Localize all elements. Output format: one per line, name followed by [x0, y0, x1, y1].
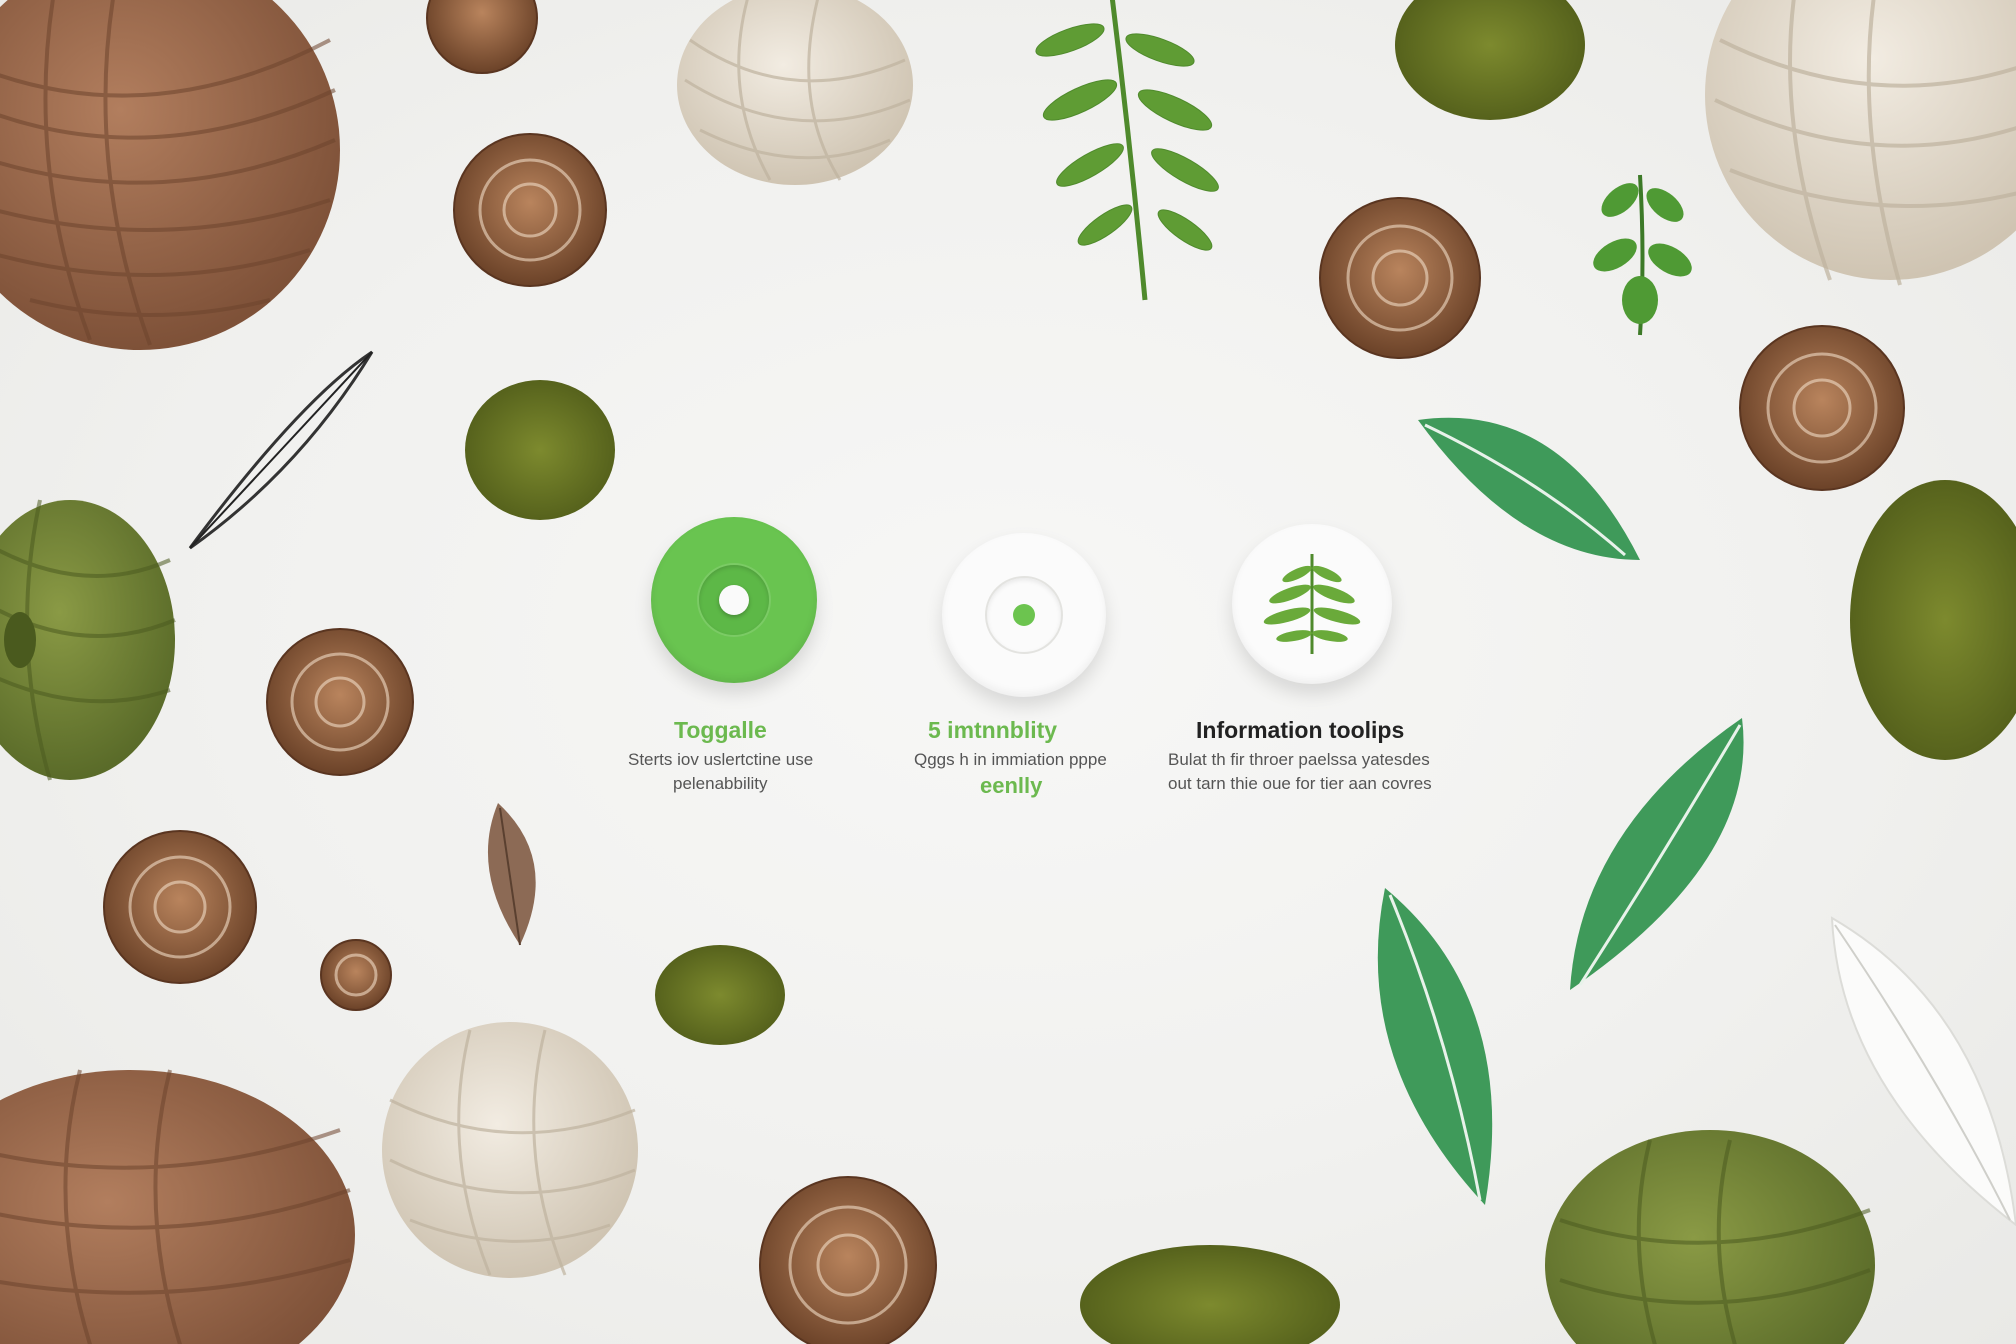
palm-leaf-icon	[1570, 718, 1744, 990]
toggle-button[interactable]	[651, 517, 817, 683]
toggle-desc-line1: Sterts iov uslertctine use	[628, 750, 814, 769]
toggle-title: Toggalle	[674, 717, 767, 743]
info-desc-line1: Bulat th fir throer paelssa yatesdes	[1168, 750, 1430, 769]
brown-yarn-ball-icon	[0, 1069, 355, 1344]
visibility-desc-line2: eenlly	[980, 773, 1043, 798]
cream-yarn-ball-icon	[677, 0, 913, 185]
toggle-desc-line2: pelenabbility	[673, 774, 768, 793]
toggle-switch-icon	[719, 585, 749, 615]
leaf-sprig-icon	[1593, 174, 1692, 336]
brown-yarn-ball-icon	[0, 0, 340, 350]
info-tooltip-button[interactable]	[1232, 524, 1392, 684]
visibility-desc-line1: Qggs h in immiation pppe	[914, 750, 1107, 769]
visibility-button[interactable]	[942, 533, 1106, 697]
fern-info-icon	[1263, 554, 1361, 654]
feather-icon	[188, 350, 374, 550]
green-yarn-ball-icon	[0, 499, 176, 781]
flatlay-canvas: Toggalle Sterts iov uslertctine use pele…	[0, 0, 2016, 1344]
cream-yarn-ball-icon	[382, 1022, 638, 1278]
cream-yarn-ball-icon	[1705, 0, 2016, 286]
visibility-dot-icon	[1013, 604, 1035, 626]
green-yarn-ball-icon	[1545, 1130, 1875, 1344]
feather-icon	[487, 803, 536, 946]
info-title: Information toolips	[1196, 717, 1405, 743]
palm-leaf-icon	[1377, 888, 1493, 1205]
palm-leaf-icon	[1418, 417, 1640, 560]
visibility-title: 5 imtnnblity	[928, 717, 1058, 743]
feather-icon	[1830, 916, 2016, 1227]
fern-icon	[1035, 0, 1219, 301]
info-desc-line2: out tarn thie oue for tier aan covres	[1168, 774, 1432, 793]
